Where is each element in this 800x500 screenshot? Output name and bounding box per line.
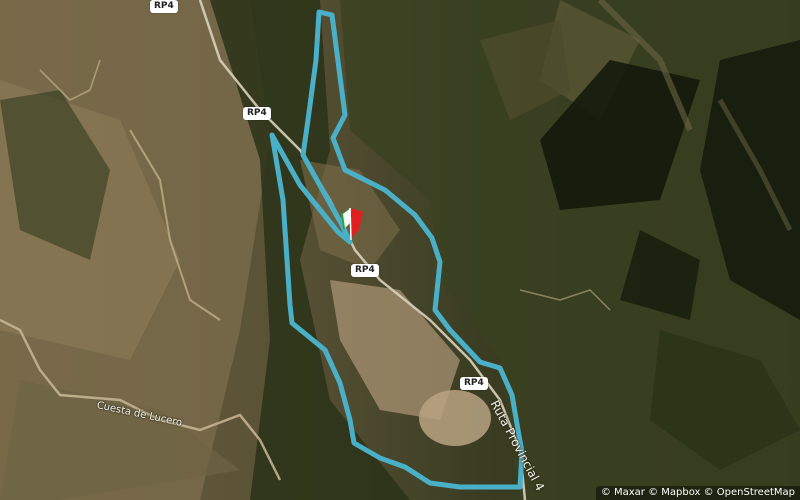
map-attribution[interactable]: © Maxar © Mapbox © OpenStreetMap bbox=[595, 486, 800, 500]
road-shield-rp4-upper: RP4 bbox=[243, 107, 271, 120]
road-shield-rp4-middle: RP4 bbox=[351, 264, 379, 277]
route-track bbox=[269, 9, 525, 490]
map-view[interactable]: RP4 RP4 RP4 RP4 Cuesta de Lucero Ruta Pr… bbox=[0, 0, 800, 500]
road-shield-rp4-lower: RP4 bbox=[460, 377, 488, 390]
road-shield-rp4-top: RP4 bbox=[150, 0, 178, 13]
